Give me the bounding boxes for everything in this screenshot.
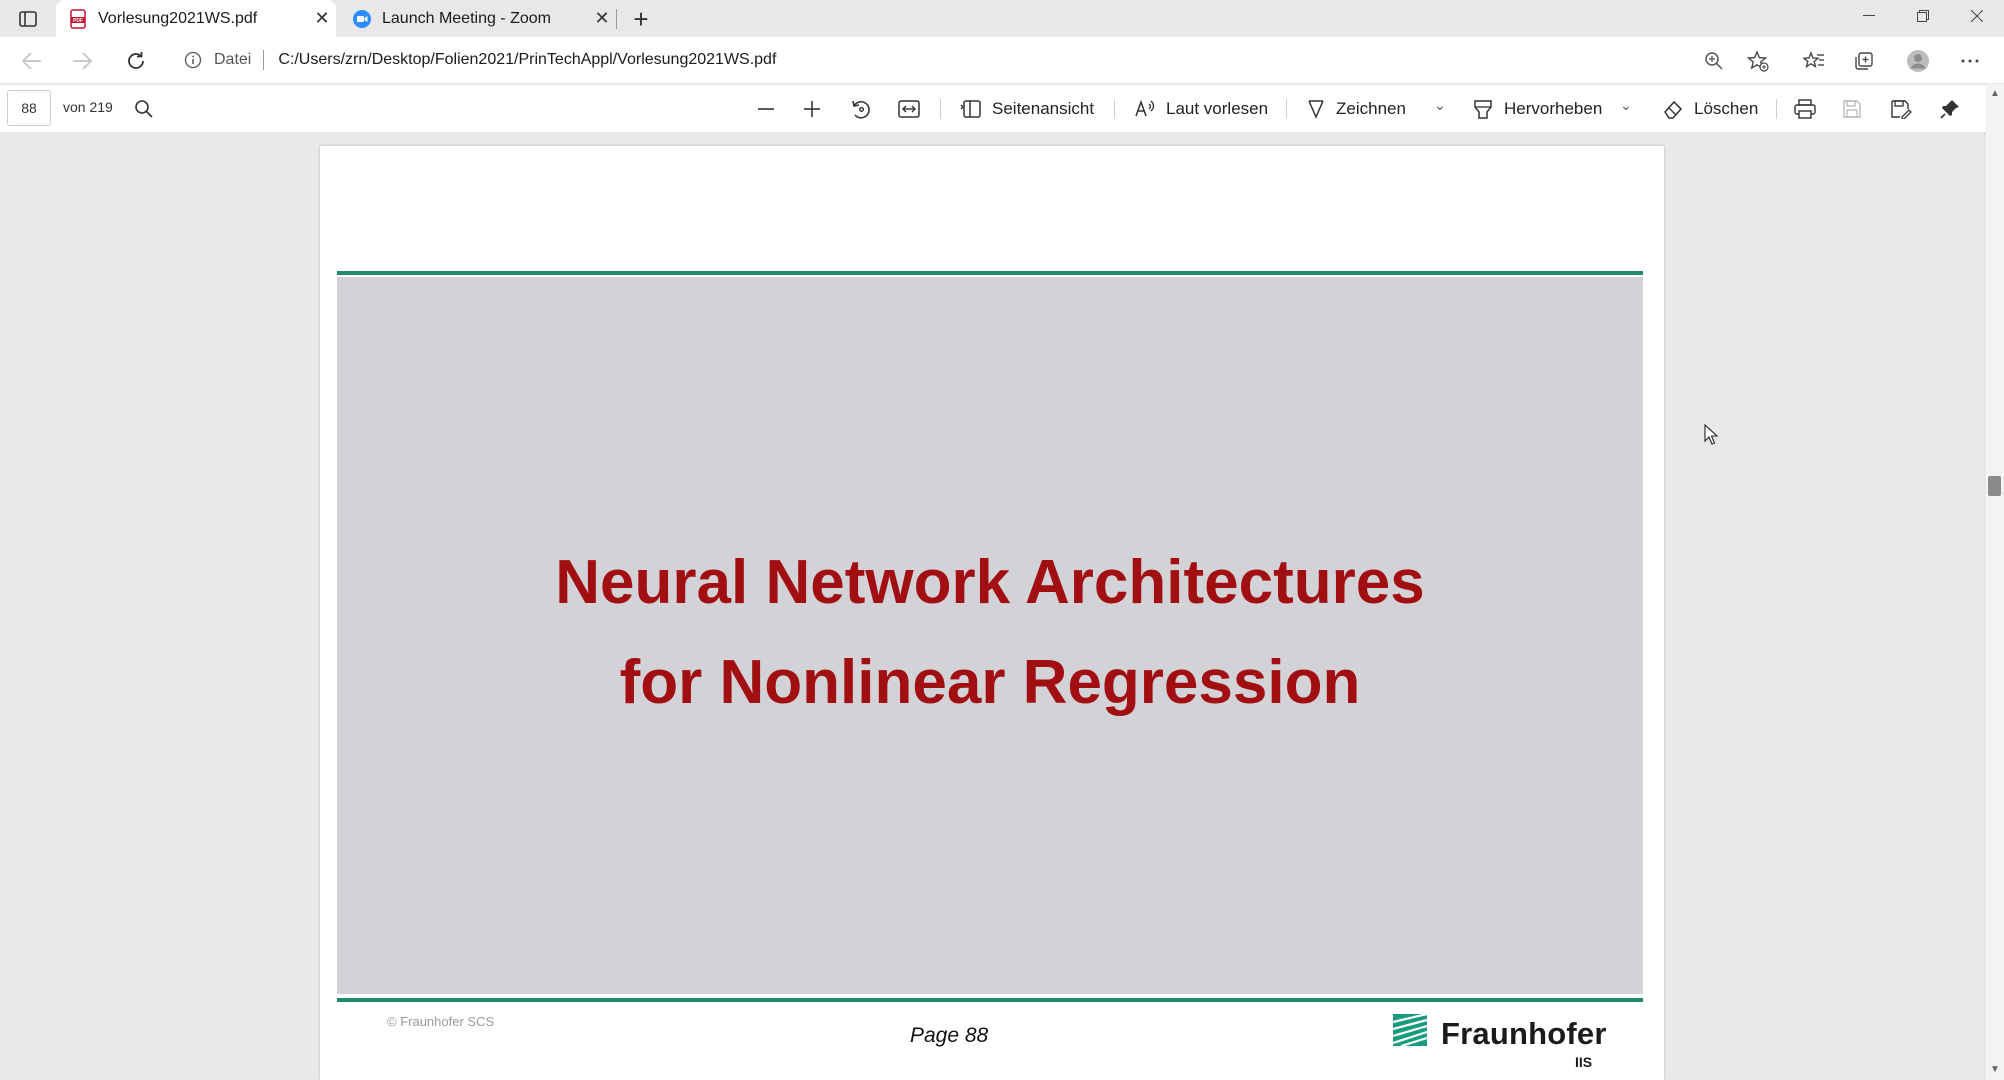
vertical-scrollbar[interactable]: ▲ ▼: [1986, 84, 2004, 1080]
print-icon[interactable]: [1794, 93, 1826, 125]
logo-name: Fraunhofer: [1441, 1016, 1607, 1051]
page-view-button[interactable]: Seitenansicht: [960, 93, 1094, 125]
mouse-cursor-icon: [1704, 423, 1720, 451]
svg-text:PDF: PDF: [73, 18, 83, 24]
tab-divider: [616, 9, 617, 29]
read-aloud-icon: [1135, 99, 1155, 117]
slide-title-line1: Neural Network Architectures: [555, 548, 1425, 617]
toolbar-divider: [940, 99, 941, 119]
pdf-viewer[interactable]: Neural Network Architectures for Nonline…: [0, 132, 1984, 1080]
draw-pen-icon: [1308, 100, 1324, 119]
back-arrow-icon[interactable]: [16, 45, 48, 77]
url-text[interactable]: C:/Users/zrn/Desktop/Folien2021/PrinTech…: [278, 51, 776, 69]
fraunhofer-logo: Fraunhofer IIS: [1392, 1012, 1606, 1070]
zoom-magnifier-icon[interactable]: [1700, 47, 1728, 75]
slide-body: Neural Network Architectures for Nonline…: [337, 277, 1643, 994]
search-icon[interactable]: [134, 93, 164, 125]
close-window-icon[interactable]: [1954, 0, 2000, 32]
page-number-input[interactable]: 88: [7, 90, 51, 126]
close-icon[interactable]: ✕: [308, 8, 336, 29]
logo-subtitle: IIS: [1575, 1054, 1593, 1070]
fit-width-icon[interactable]: [898, 93, 930, 125]
page-view-icon: [960, 100, 981, 118]
refresh-icon[interactable]: [120, 45, 152, 77]
browser-toolbar: Datei C:/Users/zrn/Desktop/Folien2021/Pr…: [0, 37, 2004, 83]
zoom-out-icon[interactable]: [756, 93, 786, 125]
toolbar-divider: [1114, 99, 1115, 119]
forward-arrow-icon[interactable]: [66, 45, 98, 77]
read-aloud-label: Laut vorlesen: [1166, 99, 1269, 118]
slide-top-rule: [337, 271, 1643, 275]
more-options-icon[interactable]: [1956, 47, 1984, 75]
draw-label: Zeichnen: [1336, 99, 1406, 118]
save-icon[interactable]: [1842, 93, 1872, 125]
pdf-toolbar: 88 von 219 Seitenansicht Laut vorlesen Z…: [0, 84, 2004, 132]
tab-zoom[interactable]: Launch Meeting - Zoom ✕: [340, 0, 616, 37]
profile-avatar-icon[interactable]: [1904, 47, 1932, 75]
tab-title: Launch Meeting - Zoom: [382, 9, 551, 27]
url-scheme-label: Datei: [214, 51, 252, 68]
new-tab-icon[interactable]: +: [626, 4, 656, 34]
info-icon[interactable]: [184, 51, 206, 69]
fraunhofer-mark-icon: [1392, 1012, 1428, 1048]
minimize-icon[interactable]: [1846, 0, 1892, 32]
collections-icon[interactable]: [1850, 47, 1878, 75]
pdf-page: Neural Network Architectures for Nonline…: [320, 146, 1664, 1080]
slide-page-number: Page 88: [910, 1024, 989, 1047]
toolbar-divider: [1776, 99, 1777, 119]
slide-title-line2: for Nonlinear Regression: [619, 648, 1361, 717]
rotate-icon[interactable]: [850, 93, 882, 125]
highlight-button[interactable]: Hervorheben: [1472, 93, 1602, 125]
erase-button[interactable]: Löschen: [1662, 93, 1758, 125]
chevron-down-icon[interactable]: ⌄: [1434, 97, 1446, 114]
eraser-icon: [1664, 100, 1683, 119]
url-divider: [263, 50, 265, 70]
address-bar[interactable]: Datei C:/Users/zrn/Desktop/Folien2021/Pr…: [170, 42, 1760, 78]
toolbar-divider: [1286, 99, 1287, 119]
pin-toolbar-icon[interactable]: [1940, 93, 1970, 125]
tab-title: Vorlesung2021WS.pdf: [98, 9, 258, 27]
save-as-icon[interactable]: [1890, 93, 1922, 125]
zoom-camera-icon: [353, 9, 371, 28]
chevron-down-icon[interactable]: ⌄: [1620, 97, 1632, 114]
pdf-file-icon: PDF: [70, 8, 86, 29]
draw-button[interactable]: Zeichnen: [1306, 93, 1406, 125]
scrollbar-thumb[interactable]: [1988, 476, 2001, 496]
scroll-up-arrow-icon[interactable]: ▲: [1990, 88, 2000, 99]
tab-pdf[interactable]: PDF Vorlesung2021WS.pdf ✕: [56, 0, 336, 37]
scroll-down-arrow-icon[interactable]: ▼: [1990, 1064, 2000, 1075]
highlight-label: Hervorheben: [1504, 99, 1603, 118]
close-icon[interactable]: ✕: [588, 8, 616, 29]
slide-bottom-rule: [337, 998, 1643, 1002]
favorites-icon[interactable]: [1800, 47, 1828, 75]
add-favorite-icon[interactable]: [1744, 47, 1772, 75]
erase-label: Löschen: [1694, 99, 1759, 118]
copyright-text: © Fraunhofer SCS: [387, 1014, 495, 1029]
tab-actions-icon[interactable]: [14, 7, 42, 31]
page-total-label: von 219: [63, 99, 113, 115]
zoom-in-icon[interactable]: [802, 93, 832, 125]
restore-icon[interactable]: [1900, 0, 1946, 32]
highlighter-icon: [1474, 100, 1492, 119]
tab-strip: PDF Vorlesung2021WS.pdf ✕ Launch Meeting…: [0, 0, 2004, 37]
page-view-label: Seitenansicht: [992, 99, 1095, 118]
read-aloud-button[interactable]: Laut vorlesen: [1134, 93, 1268, 125]
